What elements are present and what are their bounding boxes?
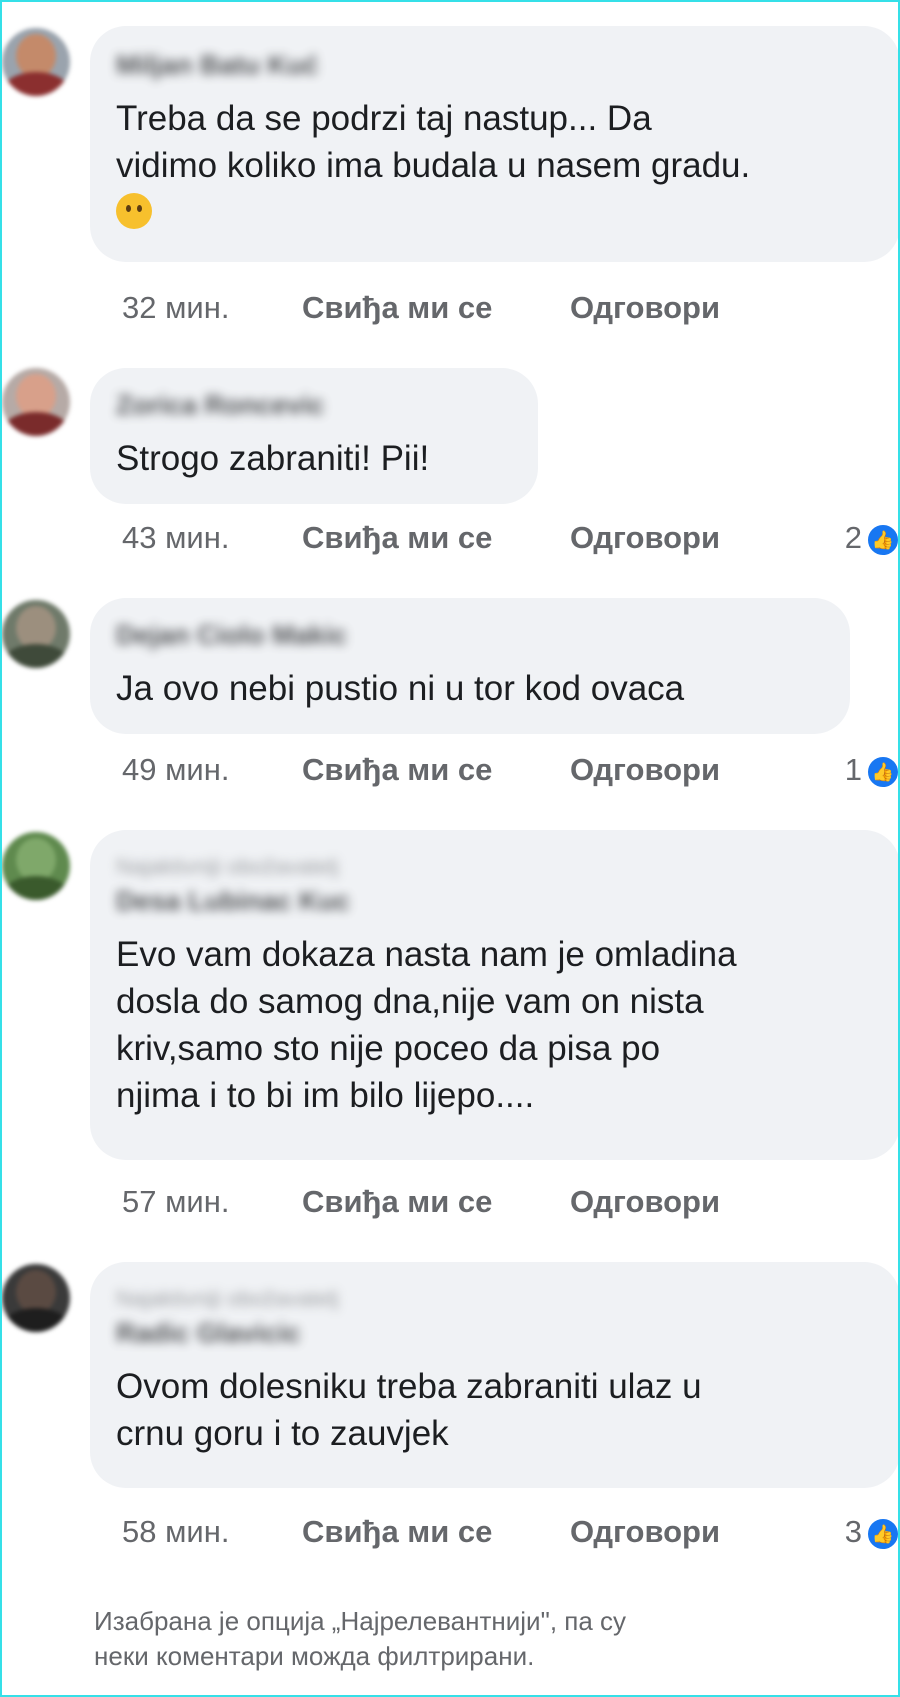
comment-text: Evo vam dokaza nasta nam je omladina dos… — [116, 935, 737, 1115]
comment-text: Treba da se podrzi taj nastup... Da vidi… — [116, 99, 751, 185]
avatar[interactable] — [2, 28, 70, 96]
reaction-count-value: 1 — [844, 752, 862, 787]
comment-author[interactable]: Desa Lubinac Kuc — [116, 886, 874, 917]
comment-actions: 32 мин. Свиђа ми се Одговори — [122, 290, 720, 326]
like-button[interactable]: Свиђа ми се — [302, 520, 570, 556]
reply-button[interactable]: Одговори — [570, 1184, 720, 1220]
reply-button[interactable]: Одговори — [570, 290, 720, 326]
comment-bubble: Najaktivniji obožavatelj Desa Lubinac Ku… — [90, 830, 900, 1160]
reply-button[interactable]: Одговори — [570, 1514, 720, 1550]
reaction-count[interactable]: 1 👍 — [845, 752, 900, 789]
filter-notice: Изабрана је опција „Најрелевантнији", па… — [94, 1606, 627, 1671]
comment-text: Strogo zabraniti! Pii! — [116, 439, 430, 478]
like-reaction-icon: 👍 — [866, 754, 900, 789]
comment-time[interactable]: 43 мин. — [122, 520, 302, 556]
like-button[interactable]: Свиђа ми се — [302, 1184, 570, 1220]
comment-text: Ovom dolesniku treba zabraniti ulaz u cr… — [116, 1367, 702, 1453]
comment-text: Ja ovo nebi pustio ni u tor kod ovaca — [116, 669, 685, 708]
reaction-count-value: 3 — [844, 1514, 862, 1549]
avatar[interactable] — [2, 600, 70, 668]
comment-author[interactable]: Dejan Ciolo Makic — [116, 620, 824, 651]
like-button[interactable]: Свиђа ми се — [302, 290, 570, 326]
comment-bubble: Miljan Batu Kuć Treba da se podrzi taj n… — [90, 26, 900, 262]
reaction-count[interactable]: 3 👍 — [845, 1514, 900, 1551]
commenter-badge: Najaktivniji obožavatelj — [116, 1286, 339, 1311]
comment-bubble: Zorica Roncevic Strogo zabraniti! Pii! — [90, 368, 538, 504]
reaction-count[interactable]: 2 👍 — [845, 520, 900, 557]
like-button[interactable]: Свиђа ми се — [302, 1514, 570, 1550]
comment-author[interactable]: Zorica Roncevic — [116, 390, 512, 421]
reply-button[interactable]: Одговори — [570, 520, 720, 556]
comment-bubble: Dejan Ciolo Makic Ja ovo nebi pustio ni … — [90, 598, 850, 734]
comment-actions: 57 мин. Свиђа ми се Одговори — [122, 1184, 720, 1220]
comment-actions: 49 мин. Свиђа ми се Одговори — [122, 752, 720, 788]
avatar[interactable] — [2, 368, 70, 436]
like-reaction-icon: 👍 — [866, 1516, 900, 1551]
reply-button[interactable]: Одговори — [570, 752, 720, 788]
thinking-face-icon — [116, 193, 152, 229]
comment-time[interactable]: 57 мин. — [122, 1184, 302, 1220]
comment-time[interactable]: 58 мин. — [122, 1514, 302, 1550]
avatar[interactable] — [2, 1264, 70, 1332]
comment-actions: 43 мин. Свиђа ми се Одговори — [122, 520, 720, 556]
like-reaction-icon: 👍 — [866, 522, 900, 557]
comment-author[interactable]: Miljan Batu Kuć — [116, 50, 874, 81]
comment-author[interactable]: Radic Glavicic — [116, 1318, 874, 1349]
comment-bubble: Najaktivniji obožavatelj Radic Glavicic … — [90, 1262, 900, 1488]
reaction-count-value: 2 — [844, 520, 862, 555]
like-button[interactable]: Свиђа ми се — [302, 752, 570, 788]
comment-actions: 58 мин. Свиђа ми се Одговори — [122, 1514, 720, 1550]
comment-time[interactable]: 32 мин. — [122, 290, 302, 326]
avatar[interactable] — [2, 832, 70, 900]
comment-time[interactable]: 49 мин. — [122, 752, 302, 788]
commenter-badge: Najaktivniji obožavatelj — [116, 854, 339, 879]
